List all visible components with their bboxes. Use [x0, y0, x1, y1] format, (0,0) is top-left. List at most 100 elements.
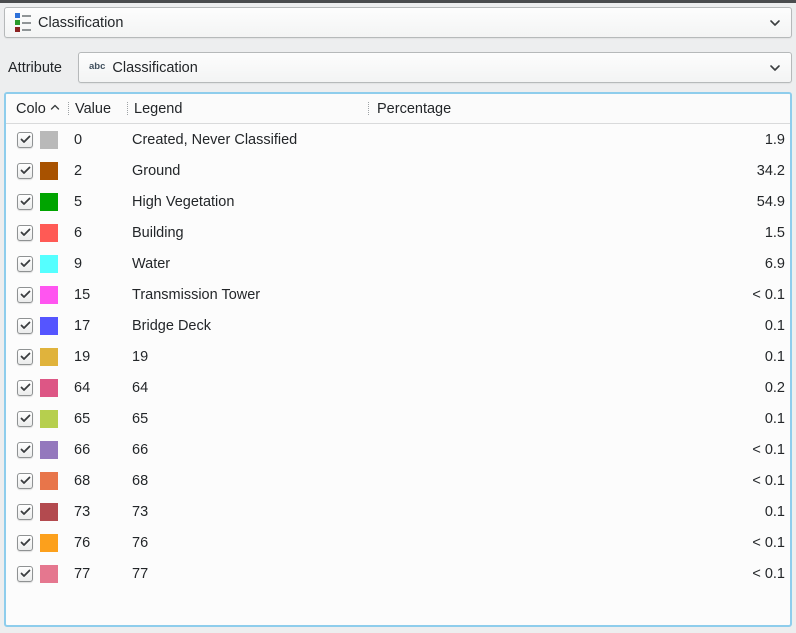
- column-header-percentage[interactable]: Percentage: [369, 101, 790, 117]
- table-row[interactable]: 15 Transmission Tower < 0.1: [6, 279, 790, 310]
- row-visibility-checkbox[interactable]: [17, 194, 33, 210]
- row-legend: High Vegetation: [126, 194, 366, 210]
- class-color-swatch[interactable]: [40, 441, 58, 459]
- row-percentage: < 0.1: [366, 287, 790, 303]
- row-percentage: 0.1: [366, 411, 790, 427]
- sort-ascending-icon: [50, 104, 60, 111]
- attribute-select[interactable]: abc Classification: [78, 52, 792, 83]
- class-color-swatch[interactable]: [40, 255, 58, 273]
- row-visibility-checkbox[interactable]: [17, 380, 33, 396]
- row-value: 64: [68, 380, 126, 396]
- renderer-select-value: Classification: [38, 15, 123, 31]
- class-color-swatch[interactable]: [40, 472, 58, 490]
- table-row[interactable]: 65 65 0.1: [6, 403, 790, 434]
- chevron-down-icon: [769, 19, 781, 27]
- row-visibility-checkbox[interactable]: [17, 225, 33, 241]
- renderer-select[interactable]: Classification: [4, 7, 792, 38]
- row-color-cell: [6, 317, 68, 335]
- row-value: 73: [68, 504, 126, 520]
- table-row[interactable]: 6 Building 1.5: [6, 217, 790, 248]
- column-header-value[interactable]: Value: [69, 101, 127, 117]
- table-row[interactable]: 64 64 0.2: [6, 372, 790, 403]
- classified-renderer-icon: [15, 13, 31, 32]
- class-color-swatch[interactable]: [40, 410, 58, 428]
- row-value: 66: [68, 442, 126, 458]
- row-visibility-checkbox[interactable]: [17, 504, 33, 520]
- row-legend: 64: [126, 380, 366, 396]
- row-value: 15: [68, 287, 126, 303]
- column-header-color[interactable]: Colo: [6, 101, 68, 117]
- row-value: 65: [68, 411, 126, 427]
- class-color-swatch[interactable]: [40, 193, 58, 211]
- row-visibility-checkbox[interactable]: [17, 535, 33, 551]
- table-row[interactable]: 66 66 < 0.1: [6, 434, 790, 465]
- class-color-swatch[interactable]: [40, 565, 58, 583]
- row-legend: Transmission Tower: [126, 287, 366, 303]
- row-value: 6: [68, 225, 126, 241]
- row-legend: 77: [126, 566, 366, 582]
- table-row[interactable]: 5 High Vegetation 54.9: [6, 186, 790, 217]
- row-legend: Created, Never Classified: [126, 132, 366, 148]
- row-percentage: 54.9: [366, 194, 790, 210]
- table-row[interactable]: 68 68 < 0.1: [6, 465, 790, 496]
- row-color-cell: [6, 565, 68, 583]
- row-color-cell: [6, 472, 68, 490]
- class-color-swatch[interactable]: [40, 131, 58, 149]
- row-visibility-checkbox[interactable]: [17, 132, 33, 148]
- row-color-cell: [6, 410, 68, 428]
- table-row[interactable]: 9 Water 6.9: [6, 248, 790, 279]
- row-visibility-checkbox[interactable]: [17, 287, 33, 303]
- row-value: 17: [68, 318, 126, 334]
- table-row[interactable]: 73 73 0.1: [6, 496, 790, 527]
- row-color-cell: [6, 224, 68, 242]
- row-visibility-checkbox[interactable]: [17, 411, 33, 427]
- class-color-swatch[interactable]: [40, 224, 58, 242]
- row-value: 19: [68, 349, 126, 365]
- row-visibility-checkbox[interactable]: [17, 566, 33, 582]
- class-color-swatch[interactable]: [40, 348, 58, 366]
- row-value: 5: [68, 194, 126, 210]
- class-color-swatch[interactable]: [40, 162, 58, 180]
- row-color-cell: [6, 379, 68, 397]
- row-color-cell: [6, 255, 68, 273]
- table-row[interactable]: 77 77 < 0.1: [6, 558, 790, 589]
- row-color-cell: [6, 193, 68, 211]
- top-divider: [0, 0, 796, 3]
- class-color-swatch[interactable]: [40, 379, 58, 397]
- row-color-cell: [6, 131, 68, 149]
- row-legend: 65: [126, 411, 366, 427]
- table-row[interactable]: 76 76 < 0.1: [6, 527, 790, 558]
- table-row[interactable]: 17 Bridge Deck 0.1: [6, 310, 790, 341]
- row-value: 76: [68, 535, 126, 551]
- column-header-legend[interactable]: Legend: [128, 101, 368, 117]
- row-percentage: 0.1: [366, 504, 790, 520]
- row-legend: Building: [126, 225, 366, 241]
- row-color-cell: [6, 534, 68, 552]
- class-color-swatch[interactable]: [40, 317, 58, 335]
- classification-table: Colo Value Legend Percentage 0 Created, …: [4, 92, 792, 627]
- class-color-swatch[interactable]: [40, 534, 58, 552]
- row-legend: Water: [126, 256, 366, 272]
- row-visibility-checkbox[interactable]: [17, 473, 33, 489]
- row-visibility-checkbox[interactable]: [17, 318, 33, 334]
- table-header: Colo Value Legend Percentage: [6, 94, 790, 124]
- class-color-swatch[interactable]: [40, 286, 58, 304]
- row-legend: 68: [126, 473, 366, 489]
- row-visibility-checkbox[interactable]: [17, 349, 33, 365]
- table-row[interactable]: 2 Ground 34.2: [6, 155, 790, 186]
- row-percentage: 0.1: [366, 318, 790, 334]
- row-value: 2: [68, 163, 126, 179]
- row-legend: 73: [126, 504, 366, 520]
- row-legend: 76: [126, 535, 366, 551]
- row-color-cell: [6, 503, 68, 521]
- row-visibility-checkbox[interactable]: [17, 256, 33, 272]
- row-color-cell: [6, 441, 68, 459]
- table-row[interactable]: 19 19 0.1: [6, 341, 790, 372]
- row-percentage: 6.9: [366, 256, 790, 272]
- row-color-cell: [6, 348, 68, 366]
- row-visibility-checkbox[interactable]: [17, 163, 33, 179]
- table-row[interactable]: 0 Created, Never Classified 1.9: [6, 124, 790, 155]
- class-color-swatch[interactable]: [40, 503, 58, 521]
- row-visibility-checkbox[interactable]: [17, 442, 33, 458]
- row-percentage: 0.1: [366, 349, 790, 365]
